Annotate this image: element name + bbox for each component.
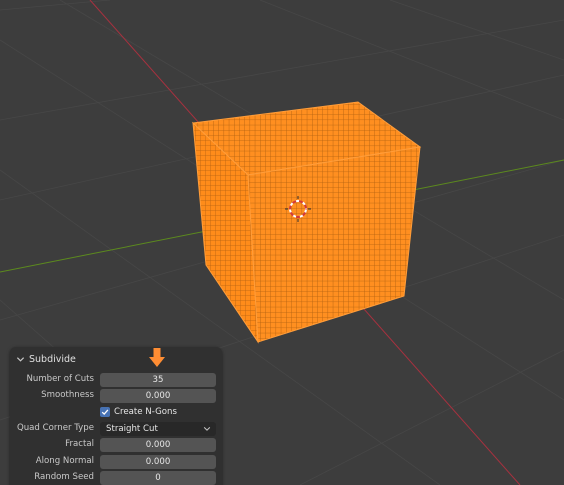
smoothness-row: Smoothness 0.000 <box>10 389 222 403</box>
random-seed-row: Random Seed 0 <box>10 471 222 485</box>
cube-mesh[interactable] <box>191 101 422 344</box>
quad-corner-type-label: Quad Corner Type <box>16 423 94 433</box>
fractal-label: Fractal <box>65 439 94 449</box>
create-ngons-checkbox[interactable]: Create N-Gons <box>100 405 177 419</box>
create-ngons-row: Create N-Gons <box>10 405 222 419</box>
quad-corner-type-dropdown[interactable]: Straight Cut <box>100 422 216 436</box>
number-of-cuts-label: Number of Cuts <box>26 374 94 384</box>
smoothness-field[interactable]: 0.000 <box>100 389 216 403</box>
subdivide-operator-panel[interactable]: Subdivide Number of Cuts 35 Smoothness 0… <box>10 347 222 485</box>
quad-corner-type-value: Straight Cut <box>106 424 158 434</box>
number-of-cuts-field[interactable]: 35 <box>100 373 216 387</box>
along-normal-label: Along Normal <box>35 456 94 466</box>
along-normal-field[interactable]: 0.000 <box>100 455 216 469</box>
smoothness-label: Smoothness <box>41 390 94 400</box>
chevron-down-icon[interactable] <box>16 355 25 364</box>
fractal-field[interactable]: 0.000 <box>100 438 216 452</box>
3d-viewport[interactable]: Subdivide Number of Cuts 35 Smoothness 0… <box>0 0 564 485</box>
quad-corner-type-row: Quad Corner Type Straight Cut <box>10 422 222 436</box>
arrow-down-icon <box>149 348 165 367</box>
create-ngons-label: Create N-Gons <box>114 407 177 417</box>
along-normal-row: Along Normal 0.000 <box>10 455 222 469</box>
panel-header[interactable]: Subdivide <box>16 352 76 366</box>
panel-title: Subdivide <box>29 353 76 365</box>
number-of-cuts-row: Number of Cuts 35 <box>10 373 222 387</box>
random-seed-field[interactable]: 0 <box>100 471 216 485</box>
checkbox-checked-icon[interactable] <box>100 407 110 417</box>
random-seed-label: Random Seed <box>34 472 94 482</box>
chevron-down-icon <box>203 427 211 431</box>
fractal-row: Fractal 0.000 <box>10 438 222 452</box>
